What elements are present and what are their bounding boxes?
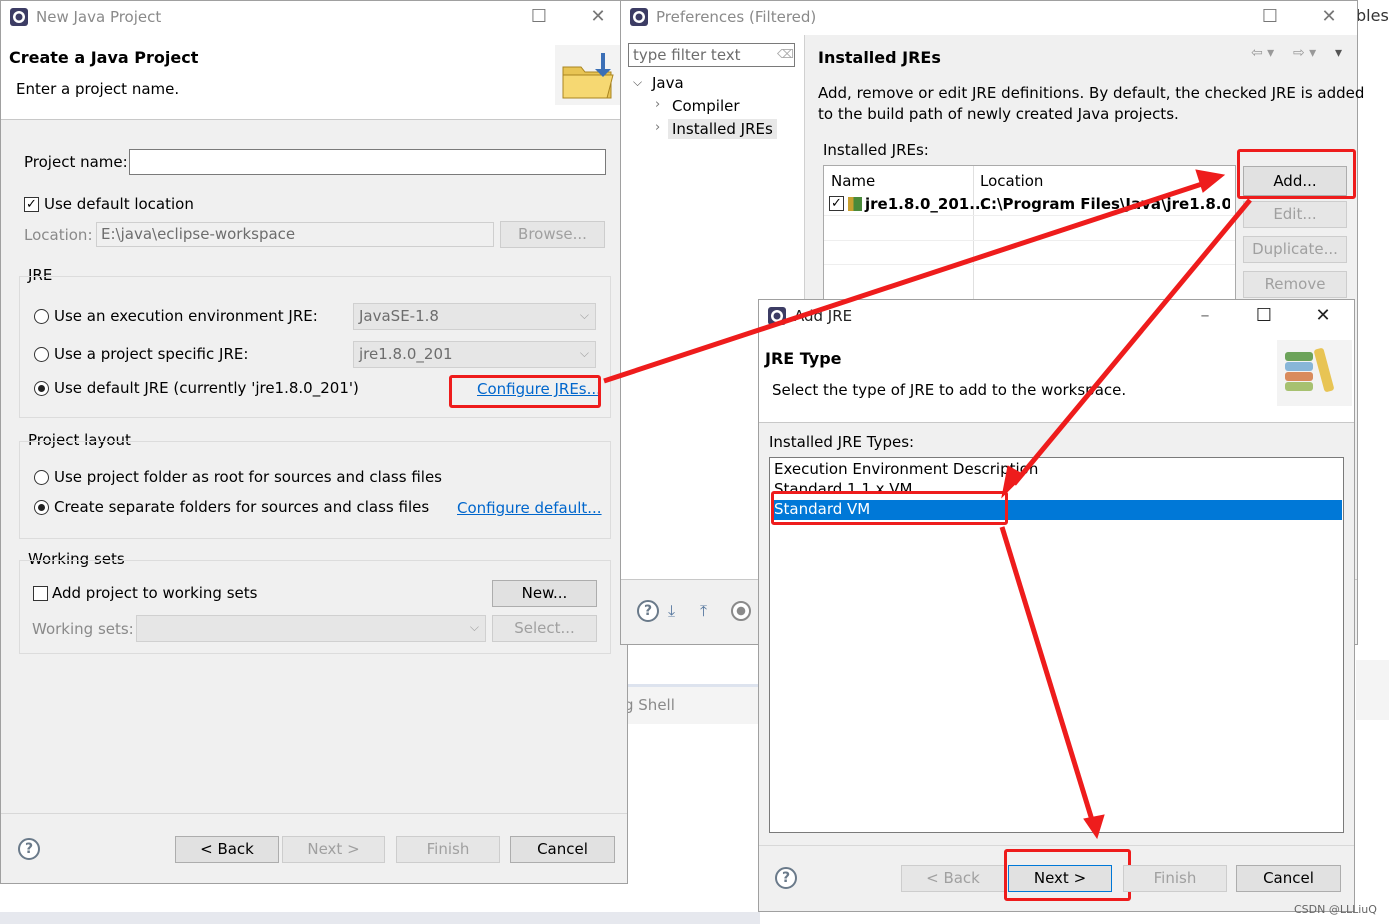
arrowhead [1001,465,1025,499]
arrow-standard-vm-to-next [999,526,1095,821]
arrow-add-to-standard-vm [1012,198,1252,486]
annotation-arrows [603,169,1252,840]
arrowhead [1195,169,1226,193]
arrow-configure-to-add [603,180,1206,384]
arrowhead [1083,814,1105,840]
watermark: CSDN @LLLiuQ [1294,903,1377,916]
